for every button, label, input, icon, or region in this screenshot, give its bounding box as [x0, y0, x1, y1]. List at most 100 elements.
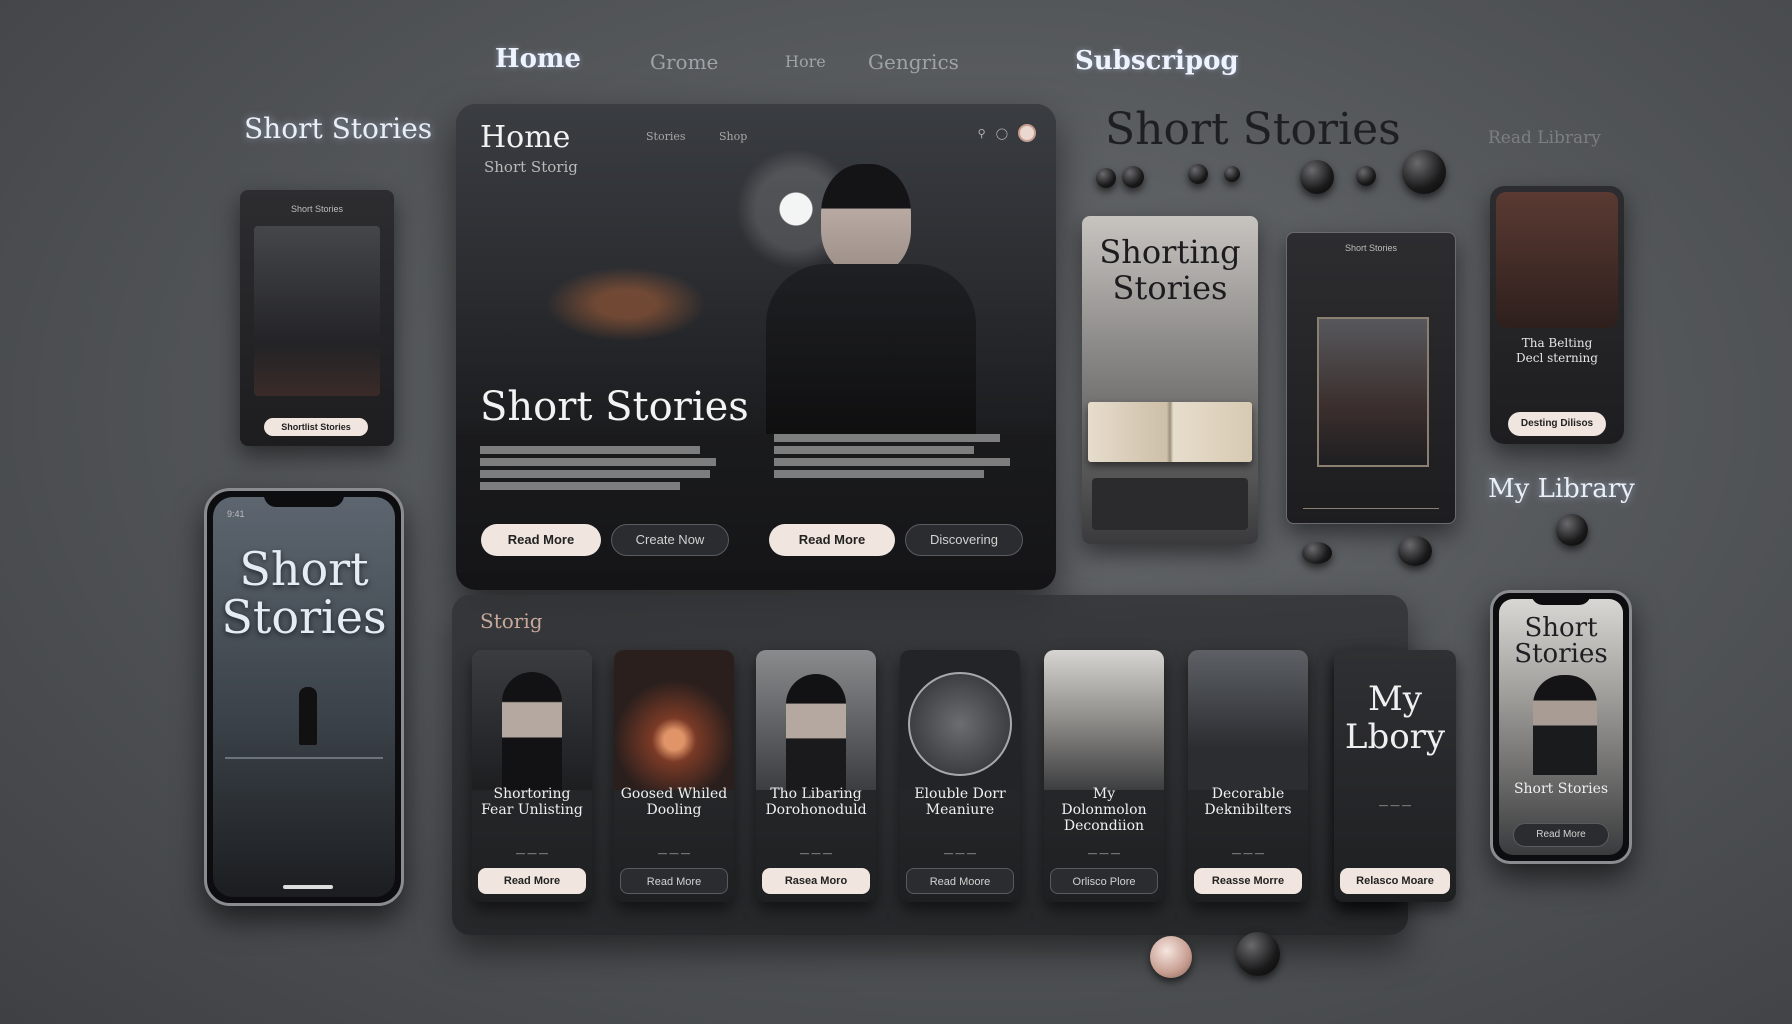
story-artwork	[472, 650, 592, 790]
story-title: Decorable Deknibilters	[1204, 786, 1292, 818]
story-read-button[interactable]: Relasco Moare	[1340, 868, 1450, 894]
story-title: Tho Libaring Dorohonoduld	[765, 786, 867, 818]
story-read-button[interactable]: Read More	[478, 868, 586, 894]
left-phone-screen: 9:41 Short Stories	[213, 497, 395, 897]
stories-section-label: Storig	[480, 609, 543, 633]
right-book-mockup[interactable]: Shorting Stories	[1082, 216, 1258, 544]
hero-heading: Home	[480, 120, 571, 155]
story-card[interactable]: Tho Libaring Dorohonoduld — — — Rasea Mo…	[756, 650, 876, 902]
nav-home[interactable]: Home	[495, 44, 581, 74]
story-read-button[interactable]: Orlisco Plore	[1050, 868, 1158, 894]
right-phone-figure	[1533, 675, 1597, 775]
story-card[interactable]: Decorable Deknibilters — — — Reasse Morr…	[1188, 650, 1308, 902]
right-feature-artwork	[1496, 192, 1618, 328]
stories-panel: Storig Shortoring Fear Unlisting — — — R…	[452, 595, 1408, 935]
divider	[1303, 508, 1439, 509]
right-feature-card[interactable]: Tha Belting Decl sterning Desting Diliso…	[1490, 186, 1624, 444]
decorative-knob	[1402, 150, 1446, 194]
left-book-cover-art	[254, 226, 380, 396]
story-card[interactable]: Elouble Dorr Meaniure — — — Read Moore	[900, 650, 1020, 902]
decorative-knob	[1356, 166, 1376, 186]
story-meta: — — —	[1231, 848, 1264, 858]
decorative-knob	[1556, 514, 1588, 546]
right-book-title-1: Shorting	[1099, 233, 1241, 271]
story-meta: — — —	[1087, 848, 1120, 858]
right-phone-caption: Short Stories	[1513, 781, 1609, 797]
hero-icon-row: ⚲ ◯	[978, 124, 1036, 142]
decorative-knob	[1122, 166, 1144, 188]
left-phone-figure	[299, 687, 317, 745]
hero-paragraph-1	[480, 442, 720, 494]
hero-create-button[interactable]: Create Now	[611, 524, 729, 556]
hero-title: Short Stories	[480, 384, 749, 430]
story-title: Goosed Whiled Dooling	[620, 786, 728, 818]
nav-item-4[interactable]: Gengrics	[868, 50, 959, 74]
story-meta: — — —	[1378, 800, 1411, 810]
hero-topnav-item-2[interactable]: Shop	[719, 130, 747, 143]
nav-item-2[interactable]: Grome	[650, 50, 718, 74]
story-title: My Dolonmolon Decondiion	[1061, 786, 1147, 834]
left-section-title: Short Stories	[244, 112, 433, 145]
right-phone-title-2: Stories	[1514, 639, 1608, 669]
nav-item-3[interactable]: Hore	[785, 52, 826, 71]
hero-topnav: Stories Shop	[646, 130, 777, 143]
story-card[interactable]: Goosed Whiled Dooling — — — Read More	[614, 650, 734, 902]
profile-avatar-icon[interactable]	[1018, 124, 1036, 142]
my-library-card-title: My Lbory	[1344, 679, 1446, 757]
right-feature-button[interactable]: Desting Dilisos	[1508, 412, 1606, 436]
story-read-button[interactable]: Rasea Moro	[762, 868, 870, 894]
right-card-artwork	[1317, 317, 1429, 467]
hero-topnav-item-1[interactable]: Stories	[646, 130, 686, 143]
decorative-knob	[1398, 536, 1432, 566]
left-book-button[interactable]: Shortlist Stories	[264, 418, 368, 436]
hero-read-more-button[interactable]: Read More	[481, 524, 601, 556]
story-artwork	[614, 650, 734, 790]
story-meta: — — —	[657, 848, 690, 858]
decorative-knob	[1302, 542, 1332, 564]
story-title: Shortoring Fear Unlisting	[481, 786, 583, 818]
left-phone-title-1: Short	[239, 542, 369, 596]
story-artwork	[756, 650, 876, 790]
hero-panel: Home Short Storig Stories Shop ⚲ ◯ Short…	[456, 104, 1056, 590]
my-library-card[interactable]: My Lbory — — — Relasco Moare	[1334, 650, 1456, 902]
phone-notch	[264, 491, 344, 507]
right-card-mockup[interactable]: Short Stories	[1286, 232, 1456, 524]
right-book-title-2: Stories	[1112, 269, 1228, 307]
my-library-title: My Library	[1488, 474, 1635, 504]
hero-read-more-button-2[interactable]: Read More	[769, 524, 895, 556]
phone-notch	[1531, 593, 1591, 605]
story-meta: — — —	[515, 848, 548, 858]
left-book-mockup[interactable]: Short Stories Shortlist Stories	[240, 190, 394, 446]
hero-discover-button[interactable]: Discovering	[905, 524, 1023, 556]
nav-subscribe[interactable]: Subscripog	[1075, 46, 1239, 76]
story-artwork	[1188, 650, 1308, 790]
decorative-knob	[1096, 168, 1116, 188]
user-icon[interactable]: ◯	[996, 127, 1008, 140]
story-read-button[interactable]: Read Moore	[906, 868, 1014, 894]
hero-figure	[766, 164, 976, 434]
decorative-knob	[1300, 160, 1334, 194]
home-indicator	[283, 885, 333, 889]
story-read-button[interactable]: Read More	[620, 868, 728, 894]
right-card-title: Short Stories	[1344, 243, 1398, 253]
story-card[interactable]: My Dolonmolon Decondiion — — — Orlisco P…	[1044, 650, 1164, 902]
story-title: Elouble Dorr Meaniure	[914, 786, 1006, 818]
decorative-knob	[1224, 166, 1240, 182]
nav-read-library[interactable]: Read Library	[1488, 128, 1601, 148]
right-phone-title-1: Short	[1524, 613, 1598, 643]
left-phone-mockup: 9:41 Short Stories	[204, 488, 404, 906]
open-book-icon	[1088, 402, 1252, 462]
decorative-knob	[1150, 936, 1192, 978]
right-phone-button[interactable]: Read More	[1513, 823, 1609, 847]
search-icon[interactable]: ⚲	[978, 127, 986, 140]
story-artwork	[1044, 650, 1164, 790]
story-read-button[interactable]: Reasse Morre	[1194, 868, 1302, 894]
right-section-title: Short Stories	[1105, 104, 1401, 155]
right-phone-screen: Short Stories Short Stories Read More	[1499, 599, 1623, 855]
story-card[interactable]: Shortoring Fear Unlisting — — — Read Mor…	[472, 650, 592, 902]
left-phone-status: 9:41	[227, 509, 245, 519]
story-meta: — — —	[943, 848, 976, 858]
right-feature-line-1: Tha Belting	[1521, 336, 1593, 350]
story-artwork	[900, 650, 1020, 790]
left-book-header: Short Stories	[290, 204, 344, 214]
